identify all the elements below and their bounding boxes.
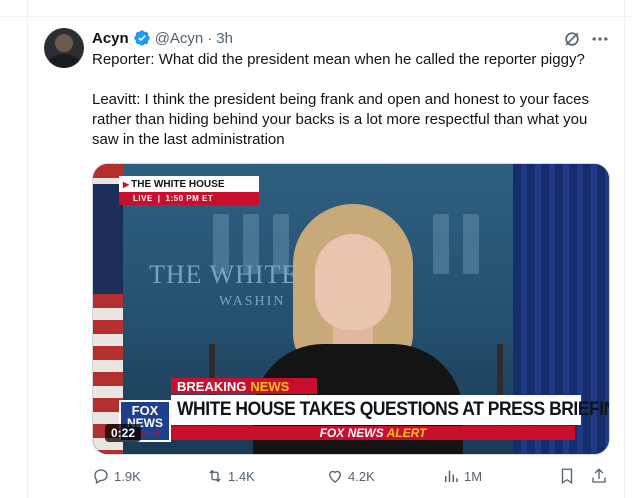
grok-icon[interactable] <box>562 29 582 49</box>
post-text-line2: Leavitt: I think the president being fra… <box>92 91 594 148</box>
timeline-right-border <box>624 0 625 498</box>
breaking-label: BREAKING <box>177 378 247 394</box>
verified-badge-icon <box>134 30 150 46</box>
share-button[interactable] <box>590 465 612 487</box>
white-house-live-banner: ▶ THE WHITE HOUSE LIVE | 1:50 PM ET <box>119 176 259 208</box>
post-time[interactable]: 3h <box>216 30 233 47</box>
post-text: Reporter: What did the president mean wh… <box>92 50 612 150</box>
repost-button[interactable]: 1.4K <box>206 465 255 487</box>
breaking-news-tag: BREAKING NEWS <box>171 378 317 394</box>
heart-icon <box>329 470 341 483</box>
separator-dot: · <box>207 29 213 47</box>
bookmark-icon <box>561 468 573 485</box>
share-icon <box>592 468 606 483</box>
repost-count: 1.4K <box>228 468 255 484</box>
bookmark-button[interactable] <box>558 465 580 487</box>
views-chart-icon <box>445 470 458 482</box>
author-name[interactable]: Acyn <box>92 30 129 47</box>
news-label: NEWS <box>250 378 290 394</box>
previous-post-edge <box>0 0 632 17</box>
timeline-left-border <box>27 0 28 498</box>
more-icon[interactable] <box>590 29 610 49</box>
post-actions: 1.9K 1.4K 4.2K 1M <box>92 465 612 487</box>
avatar[interactable] <box>44 28 84 68</box>
views-button[interactable]: 1M <box>442 465 482 487</box>
alert-word: ALERT <box>386 426 427 440</box>
live-time: 1:50 PM ET <box>165 194 214 203</box>
live-label: LIVE <box>133 194 153 203</box>
post-text-line1: Reporter: What did the president mean wh… <box>92 51 585 68</box>
fox-news-alert-bar: FOX NEWS ALERT <box>171 426 575 440</box>
views-count: 1M <box>464 468 483 484</box>
alert-brand: FOX NEWS <box>319 426 384 440</box>
like-button[interactable]: 4.2K <box>326 465 375 487</box>
post-header: Acyn @Acyn · 3h <box>92 28 233 48</box>
like-count: 4.2K <box>348 468 375 484</box>
video-timestamp: 0:22 <box>105 424 142 442</box>
chyron: WHITE HOUSE TAKES QUESTIONS AT PRESS BRI… <box>171 395 609 425</box>
reply-count: 1.9K <box>114 468 141 484</box>
repost-icon <box>209 469 221 483</box>
author-handle[interactable]: @Acyn <box>155 30 204 47</box>
reply-icon <box>94 469 108 484</box>
chyron-headline: WHITE HOUSE TAKES QUESTIONS AT PRESS BRI… <box>177 399 610 420</box>
video-player[interactable]: THE WHITE WASHIN ▶ THE WHITE HOUSE LIVE | 1… <box>92 163 610 455</box>
reply-button[interactable]: 1.9K <box>92 465 141 487</box>
wh-title: THE WHITE HOUSE <box>131 178 225 190</box>
